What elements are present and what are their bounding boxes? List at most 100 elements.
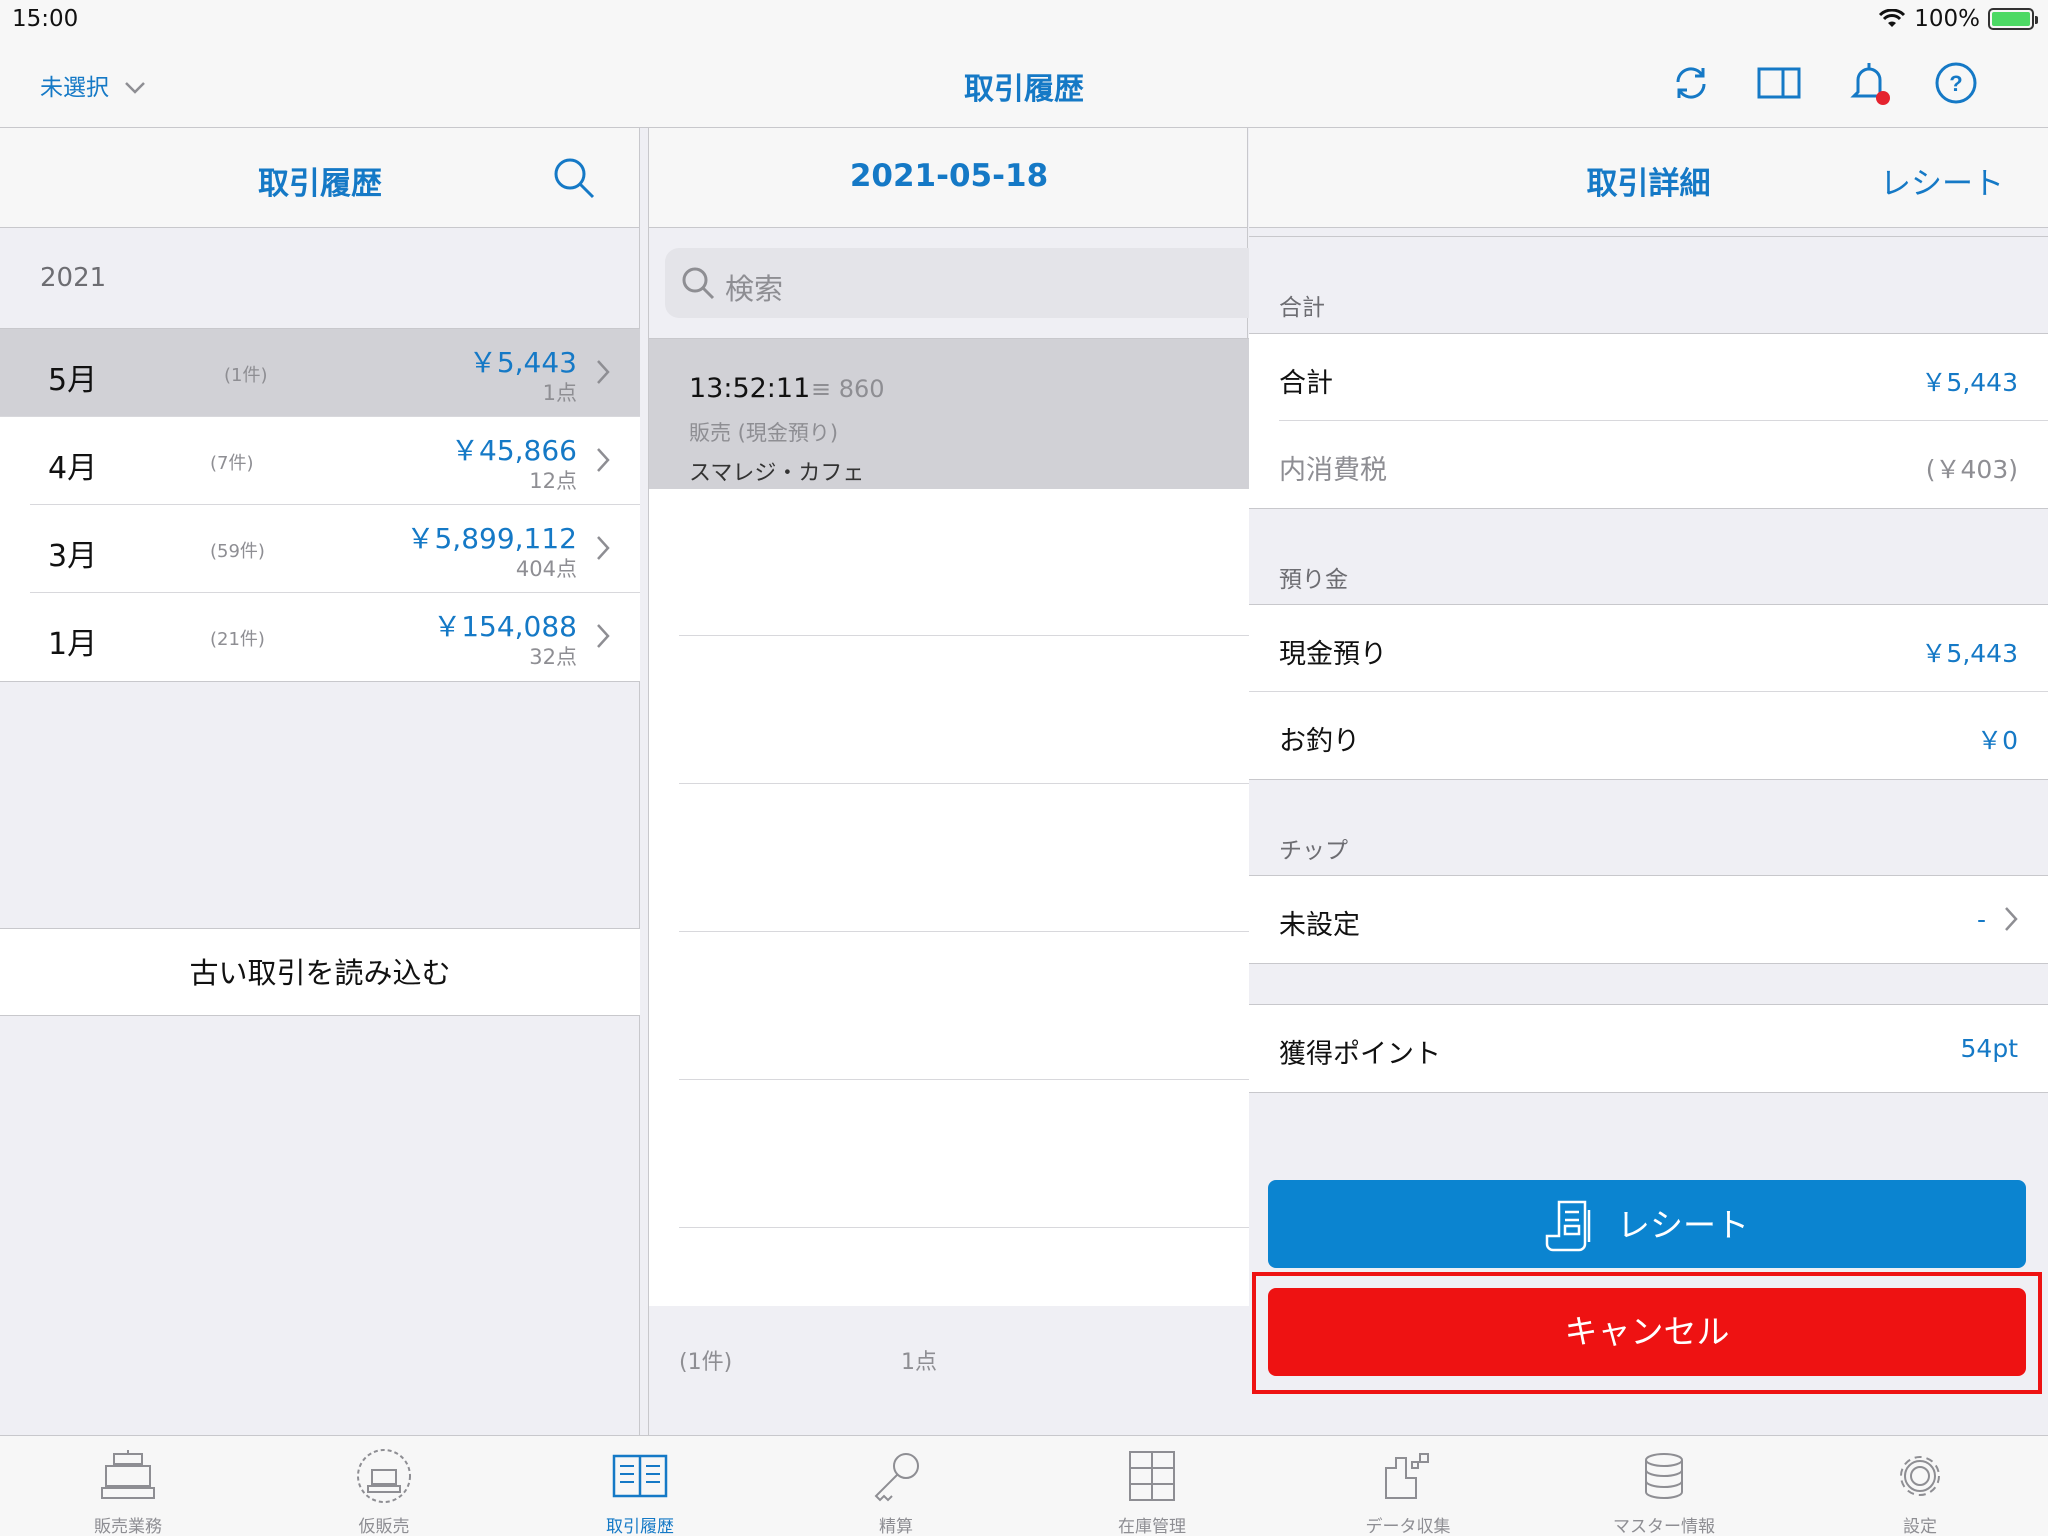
gear-icon [1900, 1456, 1940, 1496]
points-label: 獲得ポイント [1279, 1039, 1441, 1070]
total-row: 合計 ￥5,443 [1279, 334, 2048, 421]
database-icon [1645, 1453, 1683, 1499]
tip-row[interactable]: 未設定 - [1279, 876, 2048, 963]
month-column-title: 取引履歴 [258, 166, 382, 202]
tab-master[interactable]: マスター情報 [1536, 1436, 1792, 1536]
cash-row: 現金預り ￥5,443 [1249, 605, 2048, 692]
tab-history[interactable]: 取引履歴 [512, 1436, 768, 1536]
receipt-icon [1545, 1200, 1591, 1251]
month-row-may[interactable]: 5月 (1件) ￥5,443 1点 [0, 329, 640, 417]
transaction-id: ≡ 860 [811, 375, 885, 403]
tab-inventory[interactable]: 在庫管理 [1024, 1436, 1280, 1536]
load-older-button[interactable]: 古い取引を読み込む [0, 928, 640, 1016]
month-label: 4月 [48, 451, 98, 486]
battery-icon [1988, 8, 2038, 30]
tab-label: 精算 [879, 1517, 913, 1536]
tab-label: 取引履歴 [606, 1517, 674, 1536]
inventory-cabinet-icon [1129, 1451, 1175, 1501]
month-amount: ￥45,866 [451, 434, 577, 467]
refresh-icon[interactable] [1668, 60, 1714, 106]
transaction-kind: 販売 (現金預り) [689, 421, 839, 445]
chevron-right-icon [2005, 907, 2018, 931]
tab-bar: 販売業務 仮販売 取引履歴 精算 在庫管理 データ収集 マスター情報 設定 [0, 1435, 2048, 1536]
month-points: 404点 [515, 557, 577, 581]
month-count: (21件) [210, 629, 265, 650]
receipt-link[interactable]: レシート [1880, 158, 2004, 203]
register-icon [101, 1450, 155, 1499]
key-icon [874, 1453, 919, 1502]
wifi-icon [1879, 9, 1906, 27]
month-row-april[interactable]: 4月 (7件) ￥45,866 12点 [30, 417, 640, 505]
change-value: ￥0 [1977, 726, 2018, 755]
month-amount: ￥5,443 [468, 346, 577, 379]
battery-percent: 100% [1914, 6, 1980, 32]
deposit-group: 現金預り ￥5,443 お釣り ￥0 [1249, 604, 2048, 780]
section-header-total: 合計 [1279, 295, 1325, 321]
transaction-store: スマレジ・カフェ [689, 461, 865, 486]
tax-row: 内消費税 (￥403) [1279, 421, 2048, 508]
tax-value: (￥403) [1925, 455, 2018, 484]
transaction-points: 1点 [901, 1350, 937, 1375]
tab-label: 仮販売 [358, 1517, 410, 1536]
help-icon[interactable]: ? [1933, 60, 1979, 106]
transaction-summary: (1件) 1点 [649, 1306, 1249, 1435]
month-row-january[interactable]: 1月 (21件) ￥154,088 32点 [30, 593, 640, 681]
month-points: 32点 [529, 645, 577, 669]
data-collect-icon [1385, 1453, 1429, 1499]
date-title: 2021-05-18 [849, 158, 1049, 194]
month-label: 3月 [48, 539, 98, 574]
tab-data-collect[interactable]: データ収集 [1280, 1436, 1536, 1536]
detail-column-header: 取引詳細 レシート [1249, 128, 2048, 228]
split-view-icon[interactable] [1756, 60, 1802, 106]
month-points: 1点 [542, 381, 577, 405]
transaction-row[interactable]: 13:52:11 ≡ 860 販売 (現金預り) スマレジ・カフェ [649, 339, 1249, 489]
page-title: 取引履歴 [964, 72, 1084, 107]
list-divider [679, 635, 1249, 636]
points-row: 獲得ポイント 54pt [1279, 1005, 2048, 1092]
change-row: お釣り ￥0 [1279, 692, 2048, 779]
list-divider [679, 1227, 1249, 1228]
month-count: (1件) [224, 365, 268, 386]
tab-label: 販売業務 [94, 1517, 162, 1536]
history-book-icon [612, 1454, 668, 1498]
tab-temp-sale[interactable]: 仮販売 [256, 1436, 512, 1536]
section-header-deposit: 預り金 [1279, 567, 1348, 593]
section-header-tip: チップ [1279, 838, 1348, 864]
month-points: 12点 [529, 469, 577, 493]
month-list: 5月 (1件) ￥5,443 1点 4月 (7件) ￥45,866 12点 3月… [0, 328, 640, 682]
status-bar: 15:00 100% [0, 0, 2048, 38]
cancel-button[interactable]: キャンセル [1268, 1288, 2026, 1376]
year-label: 2021 [40, 263, 107, 293]
tab-settlement[interactable]: 精算 [768, 1436, 1024, 1536]
month-amount: ￥5,899,112 [406, 522, 577, 555]
month-amount: ￥154,088 [433, 610, 577, 643]
month-count: (59件) [210, 541, 265, 562]
tab-register[interactable]: 販売業務 [0, 1436, 256, 1536]
status-right: 100% [1878, 6, 2038, 32]
month-label: 1月 [48, 627, 98, 662]
month-row-march[interactable]: 3月 (59件) ￥5,899,112 404点 [30, 505, 640, 593]
chevron-right-icon [597, 624, 610, 648]
divider [1249, 236, 2048, 237]
search-placeholder: 検索 [725, 272, 784, 306]
points-group: 獲得ポイント 54pt [1249, 1004, 2048, 1093]
total-group: 合計 ￥5,443 内消費税 (￥403) [1249, 333, 2048, 509]
change-label: お釣り [1279, 726, 1360, 757]
search-icon[interactable] [552, 156, 596, 200]
temp-sale-icon [357, 1449, 411, 1503]
points-value: 54pt [1960, 1034, 2018, 1063]
bell-icon[interactable] [1846, 60, 1892, 106]
month-column: 取引履歴 2021 5月 (1件) ￥5,443 1点 4月 (7件) ￥45,… [0, 128, 640, 1435]
chevron-right-icon [597, 360, 610, 384]
tip-value: - [1976, 905, 1986, 934]
tab-label: 在庫管理 [1118, 1517, 1186, 1536]
receipt-button-label: レシート [1617, 1205, 1749, 1245]
tax-label: 内消費税 [1279, 455, 1387, 486]
total-value: ￥5,443 [1921, 368, 2018, 397]
tab-label: データ収集 [1365, 1517, 1451, 1536]
receipt-button[interactable]: レシート [1268, 1180, 2026, 1268]
tab-settings[interactable]: 設定 [1792, 1436, 2048, 1536]
search-input[interactable]: 検索 [665, 248, 1249, 318]
transaction-time: 13:52:11 [689, 373, 811, 404]
nav-bar: 未選択 取引履歴 ? [0, 38, 2048, 128]
